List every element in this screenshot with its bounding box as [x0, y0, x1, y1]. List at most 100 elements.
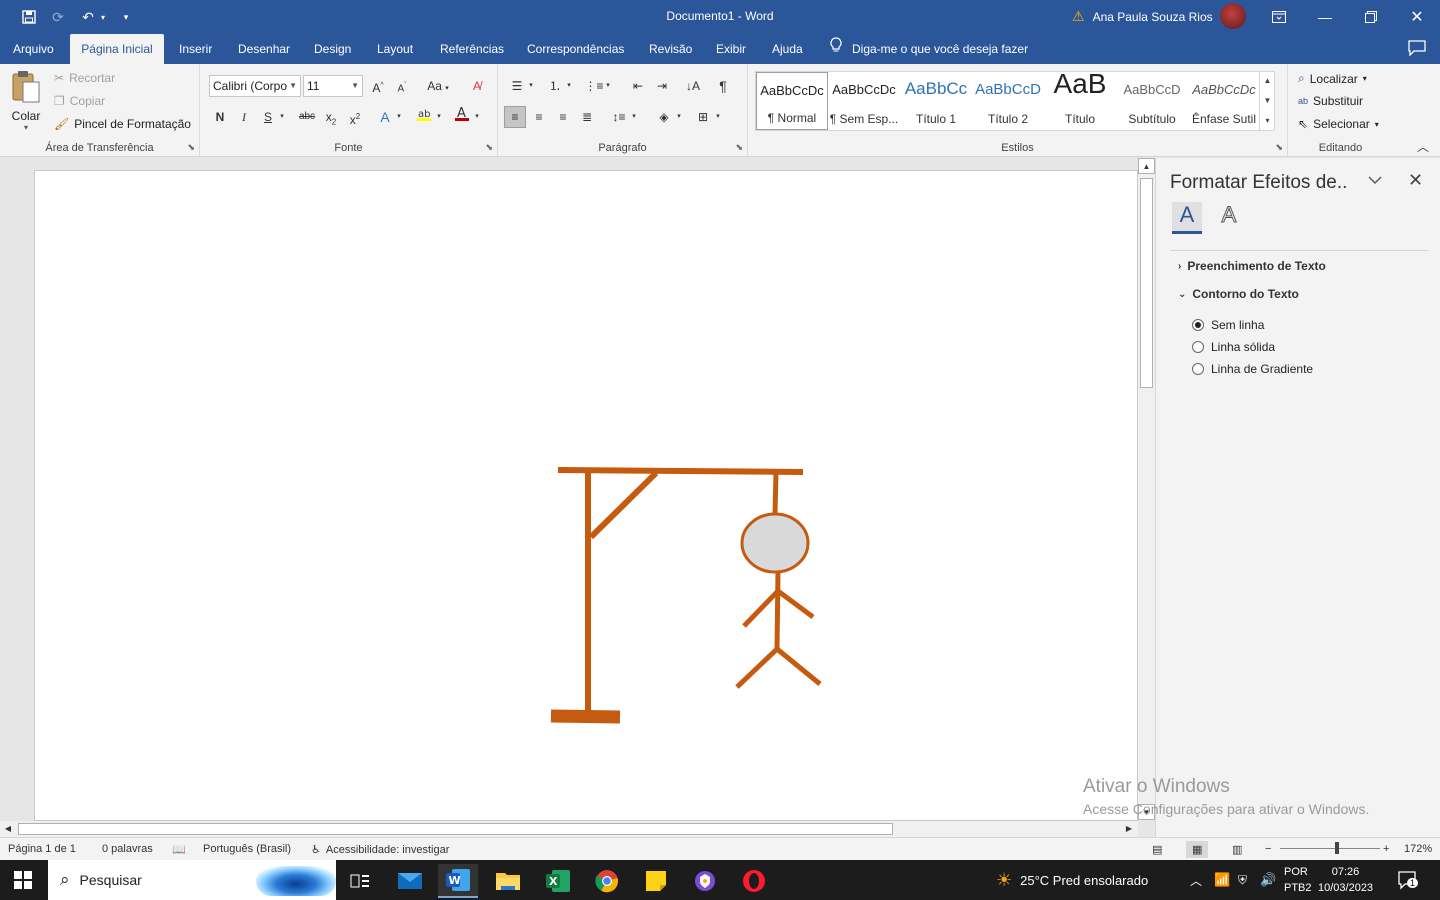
- language-status[interactable]: Português (Brasil): [203, 843, 291, 855]
- horizontal-scroll-thumb[interactable]: [18, 823, 893, 835]
- tab-referencias[interactable]: Referências: [430, 34, 514, 64]
- justify-icon[interactable]: ≣: [576, 106, 598, 128]
- close-button[interactable]: ✕: [1394, 0, 1440, 34]
- tab-pagina-inicial[interactable]: Página Inicial: [70, 34, 164, 64]
- grow-font-icon[interactable]: A^: [367, 75, 389, 97]
- hangman-drawing[interactable]: [35, 171, 1139, 822]
- tab-ajuda[interactable]: Ajuda: [762, 34, 813, 64]
- zoom-level[interactable]: 172%: [1404, 843, 1432, 855]
- increase-indent-icon[interactable]: ⇥: [651, 75, 673, 97]
- bold-icon[interactable]: N: [209, 106, 231, 128]
- style-heading-2[interactable]: AaBbCcD Título 2: [972, 72, 1044, 130]
- hangman-body[interactable]: [774, 571, 781, 650]
- line-spacing-dropdown-icon[interactable]: ▾: [628, 106, 640, 128]
- excel-app-icon[interactable]: X: [538, 864, 578, 898]
- find-button[interactable]: ⌕ Localizar ▾: [1298, 71, 1367, 86]
- radio-no-line[interactable]: Sem linha: [1192, 318, 1264, 332]
- bullets-dropdown-icon[interactable]: ▾: [525, 75, 537, 97]
- line-spacing-icon[interactable]: ↕≡: [608, 106, 630, 128]
- multilevel-dropdown-icon[interactable]: ▾: [602, 75, 614, 97]
- print-layout-icon[interactable]: ▦: [1186, 841, 1209, 858]
- clock[interactable]: 07:26 10/03/2023: [1318, 864, 1373, 896]
- align-right-icon[interactable]: ≡: [552, 106, 574, 128]
- show-hidden-icons[interactable]: ︿: [1190, 860, 1202, 900]
- tab-exibir[interactable]: Exibir: [706, 34, 756, 64]
- tab-arquivo[interactable]: Arquivo: [3, 34, 64, 64]
- weather-widget[interactable]: ☀ 25°C Pred ensolarado: [996, 860, 1148, 900]
- highlight-dropdown-icon[interactable]: ▾: [433, 106, 445, 128]
- task-view-icon[interactable]: [340, 864, 380, 898]
- styles-scroll-up-icon[interactable]: ▲: [1260, 71, 1275, 91]
- vertical-scrollbar[interactable]: ▲ ▼: [1138, 158, 1155, 820]
- borders-dropdown-icon[interactable]: ▾: [712, 106, 724, 128]
- accessibility-status[interactable]: ♿ Acessibilidade: investigar: [311, 843, 449, 857]
- borders-icon[interactable]: ⊞: [692, 106, 714, 128]
- hangman-right-leg[interactable]: [775, 647, 822, 686]
- show-formatting-icon[interactable]: ¶: [712, 75, 734, 97]
- cut-button[interactable]: ✂ Recortar: [54, 71, 115, 85]
- comments-icon[interactable]: [1408, 40, 1426, 60]
- hangman-right-arm[interactable]: [776, 588, 815, 620]
- style-title[interactable]: AaB Título: [1044, 68, 1116, 130]
- gallows-top-beam[interactable]: [557, 467, 804, 475]
- shading-icon[interactable]: ◈: [653, 106, 675, 128]
- radio-gradient-line[interactable]: Linha de Gradiente: [1192, 362, 1313, 376]
- zoom-slider[interactable]: [1280, 848, 1380, 849]
- subscript-icon[interactable]: x2: [320, 106, 342, 128]
- tab-correspondencias[interactable]: Correspondências: [517, 34, 634, 64]
- input-language[interactable]: POR PTB2: [1284, 864, 1312, 896]
- text-effects-tab[interactable]: A: [1214, 202, 1244, 234]
- superscript-icon[interactable]: x2: [344, 106, 366, 128]
- clipboard-launcher-icon[interactable]: ⬊: [187, 142, 195, 153]
- text-fill-section[interactable]: › Preenchimento de Texto: [1178, 259, 1326, 273]
- font-name-combo[interactable]: Calibri (Corpo ▼: [209, 75, 301, 97]
- zoom-slider-thumb[interactable]: [1335, 842, 1339, 854]
- restore-button[interactable]: [1348, 0, 1394, 34]
- paste-button[interactable]: Colar ▾: [10, 70, 42, 132]
- font-color-icon[interactable]: A: [451, 106, 473, 128]
- collapse-ribbon-icon[interactable]: ︿: [1417, 138, 1429, 155]
- volume-icon[interactable]: 🔊: [1260, 860, 1276, 900]
- proofing-icon[interactable]: 📖: [172, 843, 186, 856]
- copy-button[interactable]: ❐ Copiar: [54, 94, 105, 108]
- decrease-indent-icon[interactable]: ⇤: [627, 75, 649, 97]
- network-icon[interactable]: 📶: [1214, 860, 1230, 900]
- tab-inserir[interactable]: Inserir: [169, 34, 222, 64]
- taskbar-search[interactable]: ⌕ Pesquisar: [48, 860, 336, 900]
- hangman-head[interactable]: [740, 512, 810, 574]
- word-count[interactable]: 0 palavras: [102, 843, 153, 855]
- tab-layout[interactable]: Layout: [367, 34, 423, 64]
- styles-more-icon[interactable]: ▾: [1260, 111, 1275, 131]
- vpn-app-icon[interactable]: [685, 864, 725, 898]
- shrink-font-icon[interactable]: Aˇ: [391, 75, 413, 97]
- mail-app-icon[interactable]: [390, 864, 430, 898]
- sticky-notes-icon[interactable]: [636, 864, 676, 898]
- styles-scroll-down-icon[interactable]: ▼: [1260, 91, 1275, 111]
- italic-icon[interactable]: I: [233, 106, 255, 128]
- paragraph-launcher-icon[interactable]: ⬊: [735, 142, 743, 153]
- scroll-left-icon[interactable]: ◀: [0, 821, 16, 837]
- style-no-spacing[interactable]: AaBbCcDc ¶ Sem Esp...: [828, 72, 900, 130]
- radio-solid-line[interactable]: Linha sólida: [1192, 340, 1275, 354]
- security-icon[interactable]: ⛨: [1238, 860, 1247, 900]
- document-page[interactable]: [34, 170, 1138, 821]
- font-size-combo[interactable]: 11 ▼: [303, 75, 363, 97]
- close-icon[interactable]: ✕: [1408, 170, 1423, 191]
- hangman-left-arm[interactable]: [742, 589, 780, 628]
- styles-launcher-icon[interactable]: ⬊: [1275, 142, 1283, 153]
- sort-icon[interactable]: ↓A: [682, 75, 704, 97]
- clear-formatting-icon[interactable]: A̸: [466, 75, 488, 97]
- hangman-left-leg[interactable]: [735, 647, 779, 689]
- tab-desenhar[interactable]: Desenhar: [228, 34, 300, 64]
- windows-start-icon[interactable]: [14, 871, 32, 889]
- font-launcher-icon[interactable]: ⬊: [485, 142, 493, 153]
- change-case-icon[interactable]: Aa ▾: [422, 75, 454, 97]
- web-layout-icon[interactable]: ▥: [1232, 843, 1242, 856]
- style-heading-1[interactable]: AaBbCc Título 1: [900, 72, 972, 130]
- highlight-icon[interactable]: ab: [413, 106, 435, 128]
- user-info[interactable]: ⚠ Ana Paula Souza Rios: [1072, 8, 1213, 25]
- file-explorer-icon[interactable]: [488, 864, 528, 898]
- text-effects-dropdown-icon[interactable]: ▾: [393, 106, 405, 128]
- rope[interactable]: [772, 471, 779, 515]
- page-count[interactable]: Página 1 de 1: [8, 843, 76, 855]
